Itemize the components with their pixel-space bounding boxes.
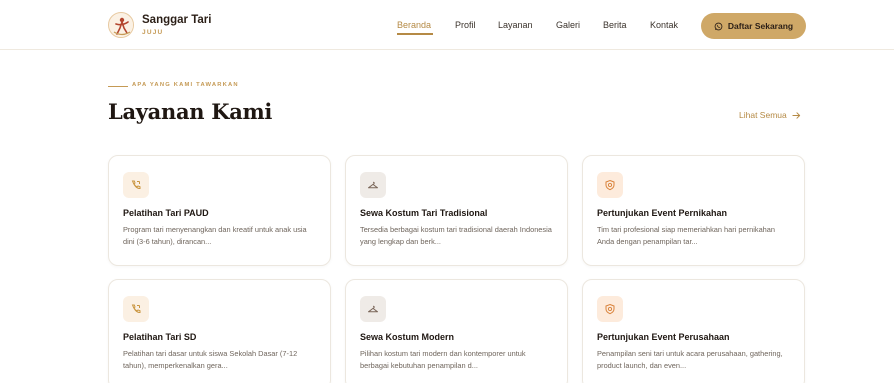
register-button-label: Daftar Sekarang: [727, 21, 794, 31]
service-card-description: Pelatihan tari dasar untuk siswa Sekolah…: [123, 349, 298, 370]
service-card-icon: [123, 296, 149, 322]
service-card-description: Program tari menyenangkan dan kreatif un…: [123, 225, 307, 246]
hanger-icon: [368, 305, 378, 313]
service-card-title: Pelatihan Tari PAUD: [123, 208, 209, 218]
nav-berita[interactable]: Berita: [603, 20, 627, 30]
service-card[interactable]: Sewa Kostum Tari Tradisional Tersedia be…: [345, 155, 568, 266]
service-card[interactable]: Pelatihan Tari SD Pelatihan tari dasar u…: [108, 279, 331, 383]
service-card[interactable]: Pertunjukan Event Pernikahan Tim tari pr…: [582, 155, 805, 266]
nav-active-indicator: [397, 33, 433, 35]
service-card-description: Tersedia berbagai kostum tari tradisiona…: [360, 225, 552, 246]
service-card-icon: [360, 172, 386, 198]
eyebrow-divider: [108, 86, 128, 87]
service-card-title: Sewa Kostum Modern: [360, 332, 455, 342]
site-header: Sanggar Tari JUJU Beranda Profil Layanan…: [0, 0, 894, 50]
shield-icon: [605, 303, 615, 315]
section-eyebrow: APA YANG KAMI TAWARKAN: [132, 82, 239, 88]
service-card-description: Pilihan kostum tari modern dan kontempor…: [360, 349, 526, 370]
nav-profil[interactable]: Profil: [455, 20, 476, 30]
service-card-icon: [597, 172, 623, 198]
service-card-title: Pertunjukan Event Pernikahan: [597, 208, 728, 218]
nav-beranda[interactable]: Beranda: [397, 20, 431, 30]
service-card-title: Pelatihan Tari SD: [123, 332, 197, 342]
service-card[interactable]: Pelatihan Tari PAUD Program tari menyena…: [108, 155, 331, 266]
service-card-title: Pertunjukan Event Perusahaan: [597, 332, 730, 342]
service-card-description: Tim tari profesional siap memeriahkan ha…: [597, 225, 776, 246]
service-card[interactable]: Sewa Kostum Modern Pilihan kostum tari m…: [345, 279, 568, 383]
see-all-link[interactable]: Lihat Semua: [739, 110, 801, 120]
nav-kontak[interactable]: Kontak: [650, 20, 678, 30]
shield-icon: [605, 179, 615, 191]
register-button[interactable]: Daftar Sekarang: [701, 13, 806, 39]
section-title: Layanan Kami: [108, 99, 273, 124]
arrow-right-icon: [792, 111, 800, 119]
service-card[interactable]: Pertunjukan Event Perusahaan Penampilan …: [582, 279, 805, 383]
phone-icon: [131, 304, 141, 314]
nav-galeri[interactable]: Galeri: [556, 20, 580, 30]
hanger-icon: [368, 181, 378, 189]
see-all-label: Lihat Semua: [739, 110, 787, 120]
service-card-icon: [597, 296, 623, 322]
service-card-icon: [123, 172, 149, 198]
service-card-title: Sewa Kostum Tari Tradisional: [360, 208, 488, 218]
service-card-description: Penampilan seni tari untuk acara perusah…: [597, 349, 783, 370]
phone-icon: [131, 180, 141, 190]
whatsapp-icon: [714, 22, 723, 30]
nav-layanan[interactable]: Layanan: [498, 20, 533, 30]
service-card-icon: [360, 296, 386, 322]
